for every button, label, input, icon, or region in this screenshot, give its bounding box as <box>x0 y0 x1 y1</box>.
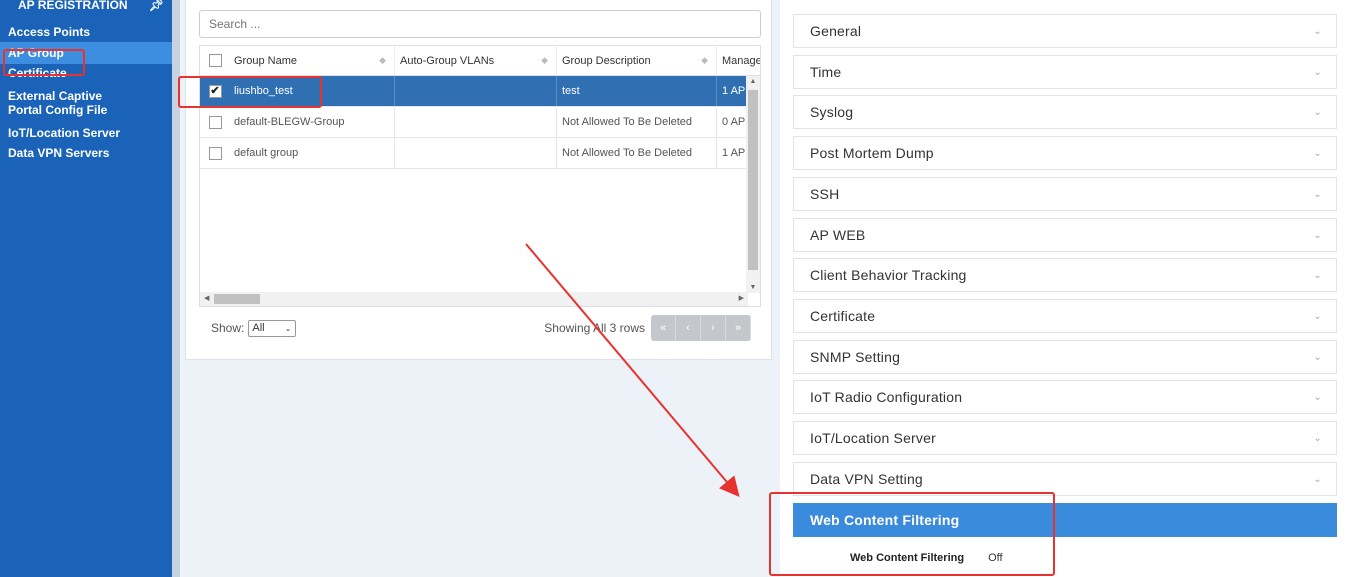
chevron-down-icon: ⌄ <box>1313 66 1322 78</box>
column-header-group-name[interactable]: Group Name ◆ <box>230 46 395 75</box>
group-description-cell: Not Allowed To Be Deleted <box>557 107 717 137</box>
accordion-iot-location-server[interactable]: IoT/Location Server ⌄ <box>793 421 1337 455</box>
chevron-down-icon: ⌄ <box>1313 433 1322 444</box>
scrollbar-thumb[interactable] <box>214 294 260 304</box>
column-header-group-description[interactable]: Group Description ◆ <box>557 46 717 75</box>
accordion-web-content-filtering[interactable]: Web Content Filtering <box>793 503 1337 537</box>
chevron-down-icon: ⌄ <box>1313 392 1322 404</box>
scrollbar-thumb[interactable] <box>748 90 758 270</box>
row-checkbox[interactable] <box>208 146 222 160</box>
accordion-ap-web[interactable]: AP WEB ⌄ <box>793 217 1337 252</box>
table-footer: Show: All ⌄ Showing All 3 rows « ‹ › » <box>199 313 761 343</box>
accordion-time[interactable]: Time ⌄ <box>793 54 1337 89</box>
chevron-down-icon: ⌄ <box>1313 107 1322 119</box>
accordion-data-vpn-setting[interactable]: Data VPN Setting ⌄ <box>793 461 1337 496</box>
prev-page-button[interactable]: ‹ <box>676 315 701 341</box>
sort-icon: ◆ <box>701 55 708 65</box>
field-label: Web Content Filtering <box>850 552 965 564</box>
sidebar-item-data-vpn-servers[interactable]: Data VPN Servers <box>0 143 172 163</box>
auto-group-vlans-cell <box>395 107 557 137</box>
sidebar-item-access-points[interactable]: Access Points <box>0 22 172 42</box>
row-checkbox[interactable]: ✔ <box>208 84 222 98</box>
table-row[interactable]: ✔ liushbo_test test 1 AP <box>200 76 760 107</box>
last-page-button[interactable]: » <box>726 315 751 341</box>
sidebar-item-certificate[interactable]: Certificate <box>0 64 172 83</box>
chevron-down-icon: ⌄ <box>1313 148 1322 160</box>
search-input[interactable] <box>199 10 761 38</box>
chevron-down-icon: ⌄ <box>1313 188 1322 200</box>
rows-per-page-select[interactable]: All ⌄ <box>248 319 297 337</box>
scroll-left-icon[interactable]: ◀ <box>204 292 209 306</box>
chevron-down-icon: ⌄ <box>1313 351 1322 363</box>
group-description-cell: Not Allowed To Be Deleted <box>557 138 717 168</box>
accordion-snmp-setting[interactable]: SNMP Setting ⌄ <box>793 339 1337 374</box>
sidebar: AP REGISTRATION 📌︎ Access Points AP Grou… <box>0 0 172 577</box>
sidebar-item-ap-group[interactable]: AP Group <box>0 42 172 64</box>
chevron-down-icon: ⌄ <box>1313 26 1322 37</box>
pagination: « ‹ › » <box>651 315 751 341</box>
table-row[interactable]: default group Not Allowed To Be Deleted … <box>200 138 760 169</box>
accordion-syslog[interactable]: Syslog ⌄ <box>793 95 1337 130</box>
scroll-up-icon[interactable]: ▲ <box>746 78 760 85</box>
sort-icon: ◆ <box>541 55 548 65</box>
chevron-down-icon: ⌄ <box>1313 310 1322 322</box>
column-header-auto-group-vlans[interactable]: Auto-Group VLANs ◆ <box>395 46 557 75</box>
table-row[interactable]: default-BLEGW-Group Not Allowed To Be De… <box>200 107 760 138</box>
accordion-general[interactable]: General ⌄ <box>793 14 1337 48</box>
group-name-cell: default group <box>230 138 395 168</box>
ap-group-table: Group Name ◆ Auto-Group VLANs ◆ Group Desc… <box>199 45 761 307</box>
accordion-certificate[interactable]: Certificate ⌄ <box>793 298 1337 333</box>
ap-group-panel: Group Name◆ Auto-Group VLANs◆ Group Desc… <box>185 0 772 360</box>
chevron-down-icon: ⌄ <box>1313 229 1322 241</box>
scroll-right-icon[interactable]: ▶ <box>739 292 744 306</box>
sort-icon: ◆ <box>379 55 386 65</box>
sidebar-item-iot-location-server[interactable]: IoT/Location Server <box>0 120 172 143</box>
auto-group-vlans-cell <box>395 138 557 168</box>
group-name-cell: default-BLEGW-Group <box>230 107 395 137</box>
show-label: Show: <box>211 321 245 335</box>
auto-group-vlans-cell <box>395 76 557 106</box>
field-value[interactable]: Off <box>988 552 1002 564</box>
accordion-client-behavior-tracking[interactable]: Client Behavior Tracking ⌄ <box>793 258 1337 293</box>
sidebar-divider <box>172 0 180 577</box>
chevron-down-icon: ⌄ <box>1313 270 1322 282</box>
accordion-post-mortem-dump[interactable]: Post Mortem Dump ⌄ <box>793 136 1337 171</box>
horizontal-scrollbar[interactable]: ◀ ▶ <box>200 292 748 306</box>
group-description-cell: test <box>557 76 717 106</box>
sidebar-header[interactable]: AP REGISTRATION 📌︎ <box>0 0 172 18</box>
group-settings-panel: General ⌄ Time ⌄ Syslog ⌄ Post Mortem Dump ⌄ SSH… <box>780 0 1351 577</box>
sidebar-header-label: AP REGISTRATION <box>18 0 128 12</box>
group-name-cell: liushbo_test <box>230 76 395 106</box>
first-page-button[interactable]: « <box>651 315 676 341</box>
web-content-filtering-field: Web Content Filtering Off <box>850 552 1003 564</box>
column-header-manage[interactable]: Manage <box>717 46 760 75</box>
vertical-scrollbar[interactable]: ▲ ▼ <box>746 76 760 293</box>
rows-info: Showing All 3 rows <box>544 321 645 335</box>
select-all-checkbox[interactable] <box>208 54 222 67</box>
scroll-down-icon[interactable]: ▼ <box>746 284 760 291</box>
chevron-down-icon: ⌄ <box>1313 473 1322 485</box>
row-checkbox[interactable] <box>208 115 222 129</box>
table-header: Group Name ◆ Auto-Group VLANs ◆ Group Desc… <box>200 46 760 76</box>
sidebar-item-external-captive-portal[interactable]: External Captive Portal Config File <box>0 83 120 120</box>
next-page-button[interactable]: › <box>701 315 726 341</box>
chevron-down-icon: ⌄ <box>284 323 292 333</box>
pin-icon[interactable]: 📌︎ <box>149 0 164 12</box>
accordion-ssh[interactable]: SSH ⌄ <box>793 176 1337 211</box>
accordion-iot-radio-configuration[interactable]: IoT Radio Configuration ⌄ <box>793 380 1337 415</box>
